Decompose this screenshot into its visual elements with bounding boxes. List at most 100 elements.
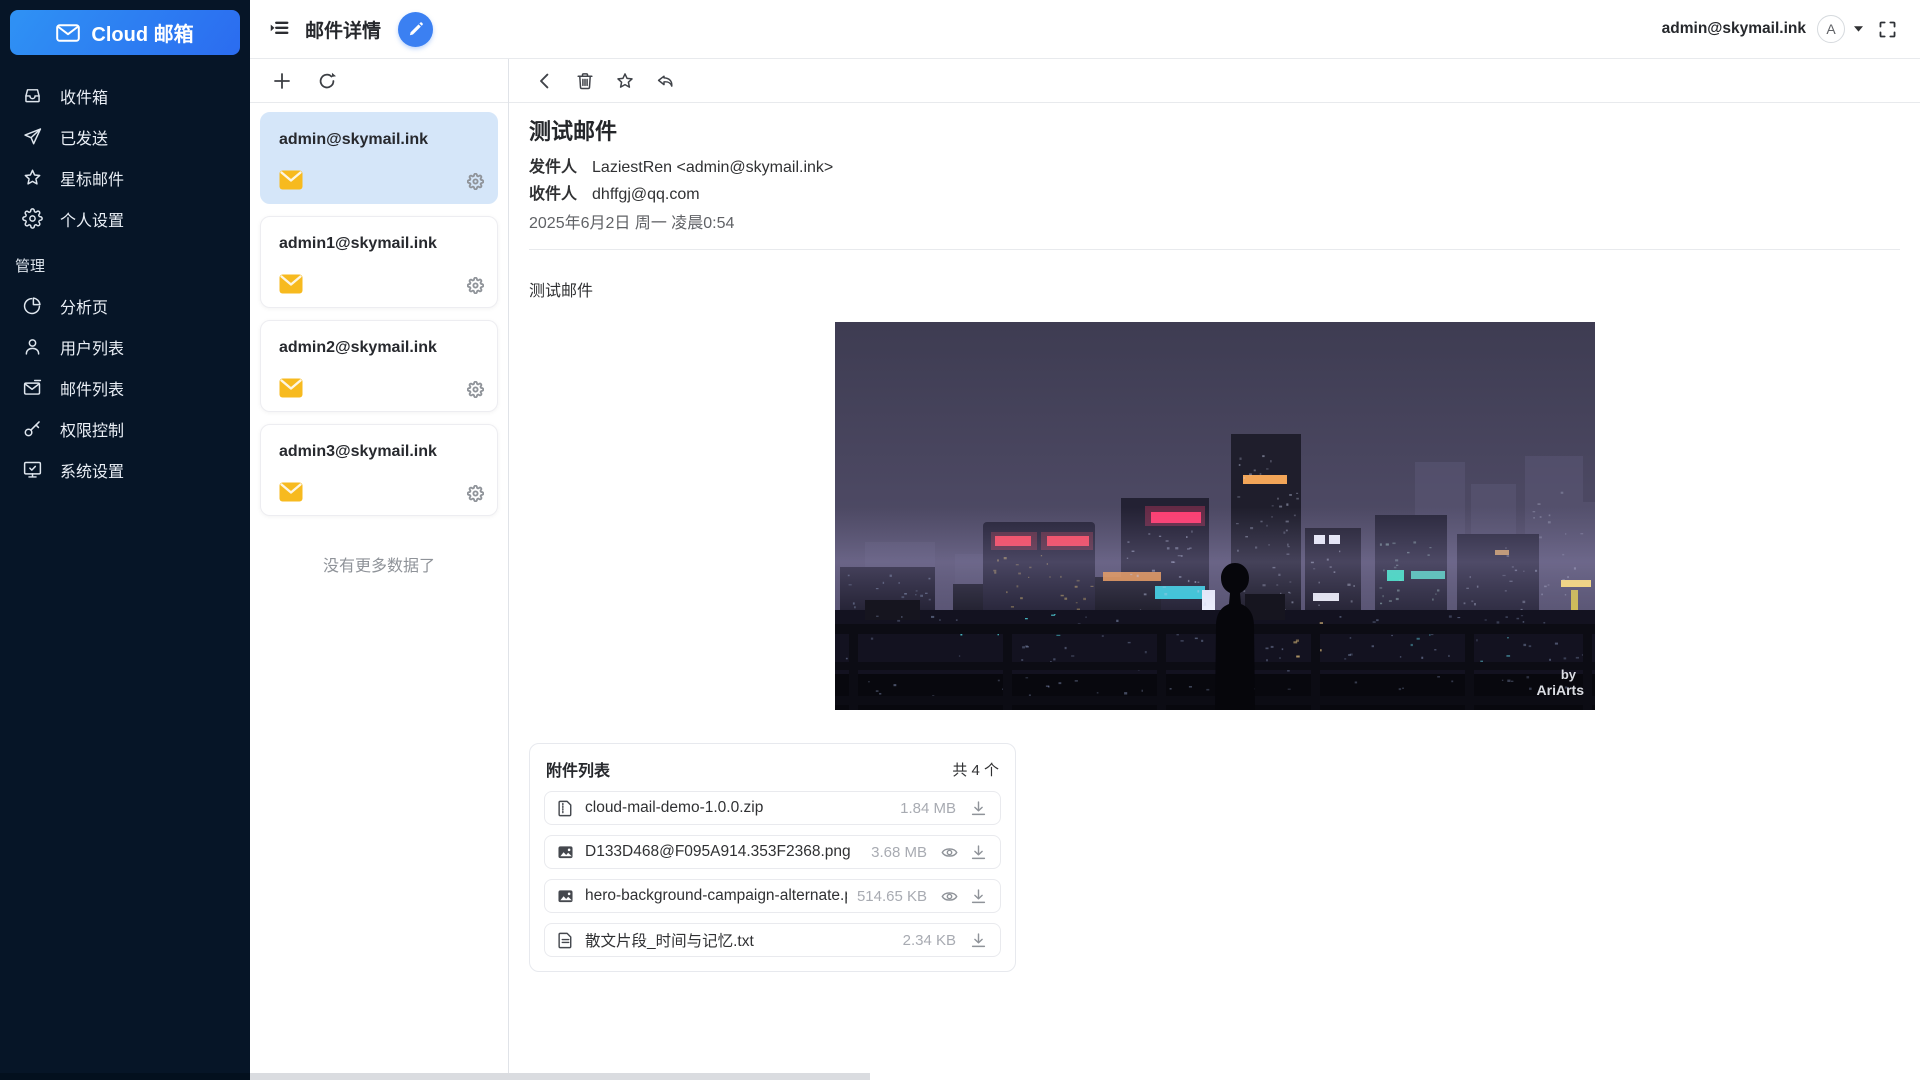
account-card-email: admin3@skymail.ink — [279, 443, 437, 461]
account-list-column: admin@skymail.ink admin1@skymail.ink adm… — [250, 59, 509, 1080]
sidebar-item-pie[interactable]: 分析页 — [0, 285, 250, 326]
envelope-logo-icon — [56, 24, 80, 42]
topbar: 邮件详情 admin@skymail.ink A — [250, 0, 1920, 59]
sidebar-item-inbox[interactable]: 收件箱 — [0, 75, 250, 116]
download-icon[interactable] — [969, 931, 988, 950]
account-settings-gear-icon[interactable] — [467, 173, 484, 190]
star-icon[interactable] — [615, 71, 635, 91]
attachment-size: 3.68 MB — [871, 844, 927, 861]
sidebar-item-monitor[interactable]: 系统设置 — [0, 449, 250, 490]
fullscreen-icon[interactable] — [1878, 20, 1897, 39]
account-cards: admin@skymail.ink admin1@skymail.ink adm… — [250, 103, 508, 528]
sidebar-item-key[interactable]: 权限控制 — [0, 408, 250, 449]
compose-button[interactable] — [398, 12, 433, 47]
account-list-toolbar — [250, 59, 508, 103]
sidebar-item-label: 收件箱 — [60, 84, 108, 108]
sidebar-item-label: 已发送 — [60, 125, 108, 149]
account-card-email: admin1@skymail.ink — [279, 235, 437, 253]
folder-envelope-icon — [279, 274, 303, 294]
attachment-name: D133D468@F095A914.353F2368.png — [585, 843, 861, 861]
app-logo-button[interactable]: Cloud 邮箱 — [10, 10, 240, 55]
star-icon — [22, 167, 43, 188]
attachment-name: 散文片段_时间与记忆.txt — [585, 929, 893, 951]
avatar[interactable]: A — [1817, 15, 1845, 43]
mail-detail-column: 测试邮件 发件人 LaziestRen <admin@skymail.ink> … — [509, 59, 1920, 1080]
pencil-icon — [407, 21, 424, 38]
mail-body-text: 测试邮件 — [529, 277, 1900, 301]
preview-eye-icon[interactable] — [940, 887, 959, 906]
attachment-size: 1.84 MB — [900, 800, 956, 817]
to-value: dhffgj@qq.com — [592, 185, 700, 205]
attachment-row[interactable]: 散文片段_时间与记忆.txt 2.34 KB — [544, 923, 1001, 957]
sidebar-item-user[interactable]: 用户列表 — [0, 326, 250, 367]
sidebar-item-label: 分析页 — [60, 294, 108, 318]
attachment-name: hero-background-campaign-alternate.png — [585, 887, 847, 905]
sidebar-item-gear[interactable]: 个人设置 — [0, 198, 250, 239]
key-icon — [22, 418, 43, 439]
monitor-icon — [22, 459, 43, 480]
attachment-row[interactable]: cloud-mail-demo-1.0.0.zip 1.84 MB — [544, 791, 1001, 825]
sidebar-item-star[interactable]: 星标邮件 — [0, 157, 250, 198]
send-icon — [22, 126, 43, 147]
attachment-name: cloud-mail-demo-1.0.0.zip — [585, 799, 890, 817]
attachment-rows: cloud-mail-demo-1.0.0.zip 1.84 MB D133D4… — [544, 791, 1001, 957]
app-logo-text: Cloud 邮箱 — [91, 18, 193, 47]
from-label: 发件人 — [529, 158, 577, 178]
account-card-email: admin2@skymail.ink — [279, 339, 437, 357]
from-value: LaziestRen <admin@skymail.ink> — [592, 158, 833, 178]
sidebar-item-label: 星标邮件 — [60, 166, 124, 190]
sidebar-item-label: 用户列表 — [60, 335, 124, 359]
preview-eye-icon[interactable] — [940, 843, 959, 862]
attachment-row[interactable]: D133D468@F095A914.353F2368.png 3.68 MB — [544, 835, 1001, 869]
gear-icon — [22, 208, 43, 229]
divider — [529, 249, 1900, 250]
account-card[interactable]: admin3@skymail.ink — [260, 424, 498, 516]
folder-envelope-icon — [279, 170, 303, 190]
mail-detail-toolbar — [509, 59, 1920, 103]
email-embedded-image[interactable]: by AriArts — [835, 322, 1595, 710]
delete-trash-icon[interactable] — [575, 71, 595, 91]
sidebar-item-label: 系统设置 — [60, 458, 124, 482]
attachment-panel: 附件列表 共 4 个 cloud-mail-demo-1.0.0.zip 1.8… — [529, 743, 1016, 972]
account-settings-gear-icon[interactable] — [467, 485, 484, 502]
attachment-size: 514.65 KB — [857, 888, 927, 905]
mail-detail-body: 测试邮件 发件人 LaziestRen <admin@skymail.ink> … — [509, 103, 1920, 1080]
sidebar-fold-icon[interactable] — [268, 18, 290, 40]
sidebar-item-send[interactable]: 已发送 — [0, 116, 250, 157]
sidebar-item-mail-list[interactable]: 邮件列表 — [0, 367, 250, 408]
sidebar-nav-main: 收件箱 已发送 星标邮件 个人设置 — [0, 75, 250, 239]
sidebar: Cloud 邮箱 收件箱 已发送 星标邮件 个人设置 管理 分析页 用户列表 邮… — [0, 0, 250, 1080]
folder-envelope-icon — [279, 378, 303, 398]
pie-icon — [22, 295, 43, 316]
image-file-icon — [556, 843, 575, 862]
download-icon[interactable] — [969, 887, 988, 906]
refresh-icon[interactable] — [317, 71, 337, 91]
account-card-email: admin@skymail.ink — [279, 131, 428, 149]
image-watermark-artist: AriArts — [1536, 682, 1584, 698]
attachment-row[interactable]: hero-background-campaign-alternate.png 5… — [544, 879, 1001, 913]
account-settings-gear-icon[interactable] — [467, 277, 484, 294]
sidebar-nav-admin: 分析页 用户列表 邮件列表 权限控制 系统设置 — [0, 285, 250, 490]
sidebar-section-label: 管理 — [0, 239, 250, 285]
account-settings-gear-icon[interactable] — [467, 381, 484, 398]
sidebar-item-label: 个人设置 — [60, 207, 124, 231]
sidebar-item-label: 权限控制 — [60, 417, 124, 441]
sidebar-item-label: 邮件列表 — [60, 376, 124, 400]
account-card[interactable]: admin@skymail.ink — [260, 112, 498, 204]
header-account-email[interactable]: admin@skymail.ink — [1662, 20, 1806, 38]
mail-subject: 测试邮件 — [529, 118, 1900, 145]
back-icon[interactable] — [535, 71, 555, 91]
download-icon[interactable] — [969, 799, 988, 818]
reply-icon[interactable] — [655, 71, 675, 91]
to-label: 收件人 — [529, 185, 577, 205]
add-account-icon[interactable] — [272, 71, 292, 91]
page-title: 邮件详情 — [305, 16, 381, 43]
account-card[interactable]: admin2@skymail.ink — [260, 320, 498, 412]
attachment-panel-title: 附件列表 — [546, 757, 610, 781]
account-card[interactable]: admin1@skymail.ink — [260, 216, 498, 308]
zip-file-icon — [556, 799, 575, 818]
text-file-icon — [556, 931, 575, 950]
chevron-down-icon[interactable] — [1853, 25, 1864, 33]
download-icon[interactable] — [969, 843, 988, 862]
no-more-data-text: 没有更多数据了 — [250, 552, 508, 576]
